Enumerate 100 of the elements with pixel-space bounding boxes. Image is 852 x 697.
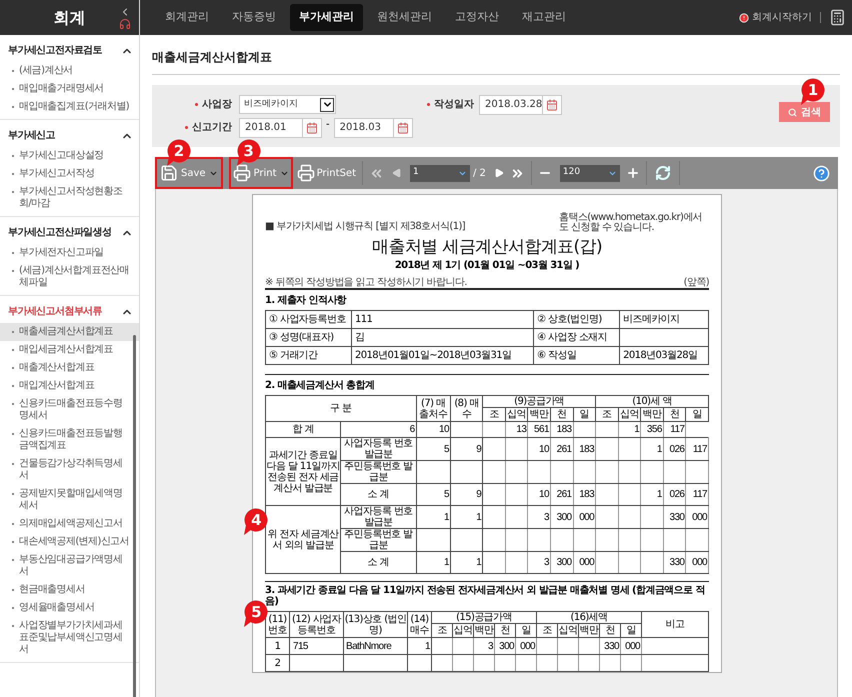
table-cell (558, 654, 578, 672)
previous-page-icon[interactable] (392, 168, 402, 178)
calendar-icon[interactable] (546, 98, 558, 110)
sidebar-item[interactable]: 부가세신고서작성 (0, 165, 139, 183)
section-header[interactable]: 부가세신고전산파일생성 (0, 217, 139, 244)
help-icon[interactable] (813, 164, 830, 182)
next-page-icon[interactable] (494, 168, 504, 178)
sidebar-item[interactable]: (세금)계산서 (0, 62, 139, 80)
table-cell (290, 654, 344, 672)
sidebar-item[interactable]: 사업장별부가가치세과세표준및납부세액신고명세서 (0, 617, 139, 659)
calendar-icon[interactable] (306, 122, 318, 134)
table-cell: 1 (416, 552, 450, 574)
unit-header: 십억 (452, 624, 474, 638)
field-label: 작성일자 (434, 98, 474, 112)
table-cell (550, 460, 573, 484)
unit-header: 백만 (640, 408, 664, 422)
sidebar-item[interactable]: 공제받지못할매입세액명세서 (0, 485, 139, 515)
table-cell: 합 계 (266, 422, 341, 438)
nav-tab[interactable]: 고정자산 (446, 4, 508, 31)
table-cell (596, 506, 618, 528)
calculator-icon[interactable] (829, 9, 846, 26)
table-cell (578, 654, 600, 672)
sidebar-item[interactable]: 영세율매출명세서 (0, 599, 139, 617)
table-cell: 소 계 (340, 484, 416, 506)
table-cell (505, 484, 528, 506)
page-side: (앞쪽) (684, 277, 709, 288)
table-cell (686, 528, 708, 552)
table-cell (494, 654, 516, 672)
date-field[interactable]: 2018.03.28 (479, 94, 562, 114)
scrollbar[interactable] (133, 335, 136, 697)
sidebar-item[interactable]: 신용카드매출전표등수령명세서 (0, 395, 139, 425)
table-cell: 5 (416, 438, 450, 460)
sidebar-item[interactable]: 부동산임대공급가액명세서 (0, 551, 139, 581)
table-cell (516, 654, 536, 672)
unit-header: 조 (482, 408, 506, 422)
table-cell: 117 (663, 422, 686, 438)
table-cell: ⑤ 거래기간 (266, 346, 352, 364)
nav-tab[interactable]: 원천세관리 (368, 4, 441, 31)
section-header[interactable]: 부가세신고서첨부서류 (0, 296, 139, 323)
sidebar-item[interactable]: 매입세금계산서합계표 (0, 341, 139, 359)
table-cell: 9 (450, 438, 483, 460)
sidebar-item[interactable]: 의제매입세액공제신고서 (0, 515, 139, 533)
zoom-select[interactable]: 120 (560, 164, 620, 182)
table-cell (686, 460, 708, 484)
sidebar-item[interactable]: 매입계산서합계표 (0, 377, 139, 395)
date-field[interactable]: 2018.03 (334, 118, 413, 138)
table-cell (505, 552, 528, 574)
sidebar-item[interactable]: 매입매출집계표(거래처별) (0, 98, 139, 116)
table-cell (618, 460, 641, 484)
zoom-in-icon[interactable] (626, 166, 640, 180)
page-select[interactable]: 1 (410, 164, 470, 182)
unit-header: 백만 (578, 624, 600, 638)
nav-tab[interactable]: 재고관리 (513, 4, 575, 31)
section-header[interactable]: 부가세신고 (0, 120, 139, 147)
table-cell: 사업자등록 번호 발급분 (340, 506, 416, 528)
sidebar-item[interactable]: 현금매출명세서 (0, 581, 139, 599)
headset-icon[interactable] (119, 18, 131, 30)
table-cell (596, 438, 618, 460)
sidebar-item[interactable]: 매출세금계산서합계표 (0, 323, 139, 341)
sidebar-item[interactable]: 신용카드매출전표등발행금액집계표 (0, 425, 139, 455)
table-cell (550, 528, 573, 552)
column-header: (7) 매출처수 (416, 396, 450, 422)
table-cell: ① 사업자등록번호 (266, 310, 352, 328)
table-cell: 1 (640, 438, 664, 460)
date-field[interactable]: 2018.01 (239, 118, 322, 138)
nav-tab[interactable]: 부가세관리 (290, 4, 363, 31)
table-cell: 3 (474, 638, 494, 654)
table-cell: ④ 사업장 소재지 (534, 328, 620, 346)
nav-tab[interactable]: 회계관리 (156, 4, 218, 31)
table-cell (528, 528, 550, 552)
select-field[interactable]: 비즈메카이지 (239, 95, 336, 114)
sidebar-item[interactable]: 부가세신고서작성현황조회/마감 (0, 183, 139, 213)
sidebar-item[interactable]: (세금)계산서합계표전산매체파일 (0, 262, 139, 292)
sidebar-item[interactable]: 건물등감가상각취득명세서 (0, 455, 139, 485)
refresh-icon[interactable] (654, 165, 671, 181)
unit-header: 십억 (505, 408, 528, 422)
sidebar-item[interactable]: 부가세전자신고파일 (0, 244, 139, 262)
table-cell (482, 528, 506, 552)
sidebar-item[interactable]: 매출계산서합계표 (0, 359, 139, 377)
table-cell: 300 (550, 552, 573, 574)
table-cell: 261 (550, 484, 573, 506)
table-cell: ⑥ 작성일 (534, 346, 620, 364)
table-cell: 000 (686, 506, 708, 528)
nav-tab[interactable]: 자동증빙 (223, 4, 285, 31)
table-cell: 330 (663, 552, 686, 574)
calendar-icon[interactable] (396, 122, 409, 134)
table-cell (620, 654, 642, 672)
table-cell: ② 상호(법인명) (534, 310, 620, 328)
table-cell: 2018년03월28일 (620, 346, 708, 364)
sidebar-item[interactable]: 부가세신고대상설정 (0, 147, 139, 165)
table-cell: 비즈메카이지 (620, 310, 708, 328)
section-header[interactable]: 부가세신고전자료검토 (0, 35, 139, 62)
column-header: 구 분 (266, 396, 416, 422)
column-header: (14) 매수 (408, 612, 432, 638)
start-link[interactable]: 회계시작하기 (739, 10, 812, 25)
sidebar-item[interactable]: 대손세액공제(변제)신고서 (0, 533, 139, 551)
table-cell: 2018년01월01일~2018년03월31일 (352, 346, 534, 364)
table-cell (640, 460, 664, 484)
table-cell (536, 654, 558, 672)
sidebar-item[interactable]: 매입매출거래명세서 (0, 80, 139, 98)
